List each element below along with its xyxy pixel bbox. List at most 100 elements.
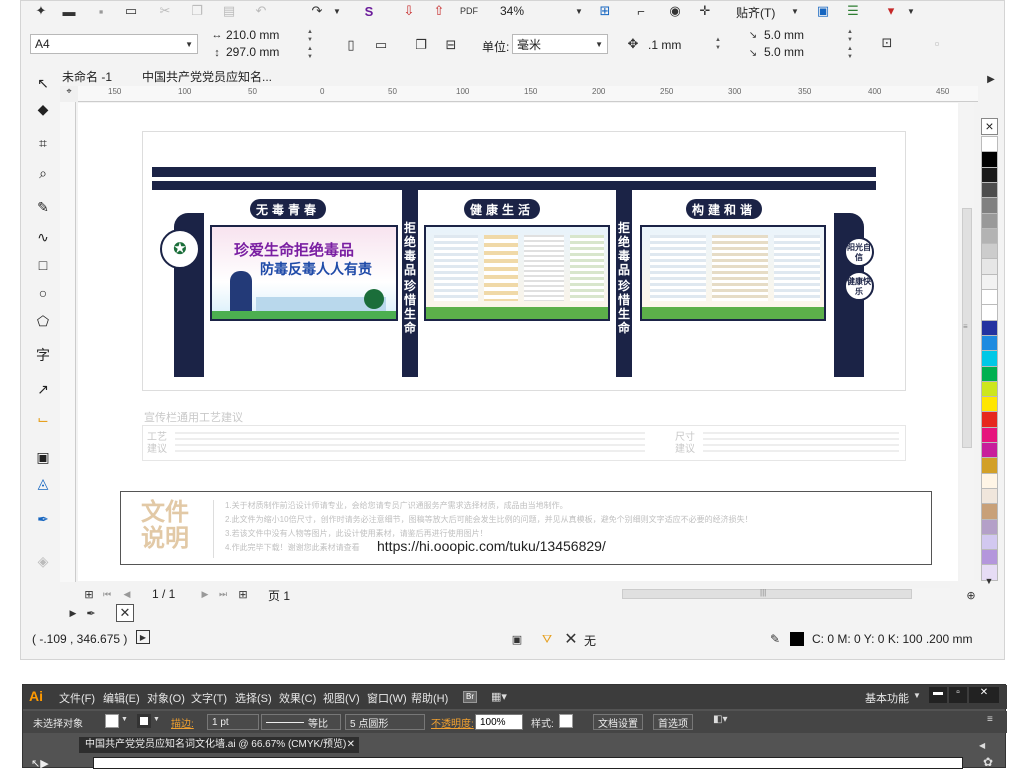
width-spinner[interactable]: ▲ ▼	[304, 28, 316, 44]
page-tab[interactable]: 页 1	[268, 587, 290, 604]
nudge-value[interactable]: .1 mm	[648, 38, 681, 52]
dimension-tool-icon[interactable]: ↗	[30, 378, 56, 400]
eyedropper-tool-icon[interactable]: ✒	[30, 508, 56, 530]
ai-panel-collapse-icon[interactable]: ◀	[979, 741, 985, 750]
pick-tool-icon[interactable]: ↖	[30, 72, 56, 94]
tabs-scroll-right-icon[interactable]: ▶	[982, 70, 1000, 88]
nudge-spinner[interactable]: ▲ ▼	[712, 36, 724, 52]
h-scroll-thumb[interactable]	[622, 589, 912, 599]
stroke-label[interactable]: 描边:	[171, 715, 194, 730]
export-icon[interactable]: ⇧	[430, 2, 448, 20]
document-color-icon[interactable]: ▣	[508, 630, 526, 648]
current-page-icon[interactable]: ⊟	[442, 36, 460, 54]
previous-page-icon[interactable]: ◀	[118, 585, 136, 603]
snap-dropdown-icon[interactable]: ▼	[786, 2, 804, 20]
page-height-value[interactable]: 297.0 mm	[226, 45, 279, 59]
next-page-icon[interactable]: ▶	[196, 585, 214, 603]
close-x-icon[interactable]: ✕	[116, 604, 134, 622]
line-style-select[interactable]: 等比	[261, 714, 341, 730]
opacity-label[interactable]: 不透明度:	[431, 715, 474, 730]
opacity-field[interactable]: 100%	[475, 714, 523, 730]
document-setup-button[interactable]: 文档设置	[593, 714, 643, 730]
dup-y-spinner[interactable]: ▲ ▼	[844, 45, 856, 61]
drawing-canvas[interactable]: ✪ 拒绝毒品 珍惜生命 拒绝毒品 珍惜生命 阳光自信 健康快乐 无毒青春 健康生…	[78, 103, 958, 581]
cut-icon[interactable]: ✂	[156, 2, 174, 20]
ai-menu-item[interactable]: 文字(T)	[191, 690, 227, 706]
zoom-tool-icon[interactable]: ⌕	[30, 162, 56, 184]
zoom-dropdown-icon[interactable]: ▼	[570, 2, 588, 20]
maximize-icon[interactable]: ▫	[949, 687, 967, 703]
zoom-level[interactable]: 34%	[500, 4, 524, 18]
page-width-value[interactable]: 210.0 mm	[226, 28, 279, 42]
full-screen-icon[interactable]: ⊞	[596, 2, 614, 20]
show-rulers-icon[interactable]: ⌐	[632, 2, 650, 20]
redo-dropdown-icon[interactable]: ▼	[328, 2, 346, 20]
print-icon[interactable]: ▭	[122, 2, 140, 20]
zoom-navigator-icon[interactable]: ⊕	[962, 586, 980, 604]
options-small-icon[interactable]: ▫	[928, 34, 946, 52]
control-bar-menu-icon[interactable]: ≡	[987, 714, 993, 725]
page-size-select[interactable]: A4 ▼	[30, 34, 198, 54]
minimize-icon[interactable]: ▬	[929, 687, 947, 703]
duplicate-x-value[interactable]: 5.0 mm	[764, 28, 804, 42]
ellipse-tool-icon[interactable]: ○	[30, 282, 56, 304]
first-page-icon[interactable]: ⏮	[98, 585, 116, 603]
crop-tool-icon[interactable]: ⌗	[30, 132, 56, 154]
add-page-before-icon[interactable]: ⊞	[80, 585, 98, 603]
welcome-screen-icon[interactable]: ▣	[814, 2, 832, 20]
stroke-color-box[interactable]	[137, 714, 151, 728]
fill-dropdown-icon[interactable]: ▼	[121, 716, 128, 723]
freehand-tool-icon[interactable]: ✎	[30, 196, 56, 218]
open-folder-icon[interactable]: ▬	[60, 2, 78, 20]
status-play-icon[interactable]: ▶	[136, 630, 150, 644]
palette-scroll-down-icon[interactable]: ▼	[980, 572, 998, 590]
text-tool-icon[interactable]: 字	[30, 344, 56, 366]
horizontal-ruler[interactable]: 150 100 50 0 50 100 150 200 250 300 350 …	[78, 86, 978, 102]
snap-to-menu[interactable]: 贴齐(T)	[736, 4, 775, 21]
ai-menu-item[interactable]: 窗口(W)	[367, 690, 407, 706]
arrange-docs-icon[interactable]: ▦▾	[491, 690, 507, 703]
horizontal-scrollbar[interactable]: |||	[620, 588, 950, 600]
no-color-swatch[interactable]: ×	[981, 118, 998, 135]
fill-color-box[interactable]	[105, 714, 119, 728]
all-pages-icon[interactable]: ❐	[412, 36, 430, 54]
new-document-icon[interactable]: ✦	[32, 2, 50, 20]
ai-menu-item[interactable]: 视图(V)	[323, 690, 360, 706]
workspace-switcher[interactable]: 基本功能	[865, 690, 909, 706]
close-window-icon[interactable]: ✕	[969, 687, 999, 703]
guidelines-icon[interactable]: ✛	[696, 2, 714, 20]
interactive-fill-icon[interactable]: ◈	[30, 550, 56, 572]
artistic-media-icon[interactable]: ∿	[30, 226, 56, 248]
options-icon[interactable]: ☰	[844, 2, 862, 20]
last-page-icon[interactable]: ⏭	[214, 585, 232, 603]
ai-color-panel-icon[interactable]: ✿	[983, 755, 993, 769]
height-spinner[interactable]: ▲ ▼	[304, 45, 316, 61]
transparency-tool-icon[interactable]: ◬	[30, 472, 56, 494]
view-icon[interactable]: ◉	[666, 2, 684, 20]
portrait-icon[interactable]: ▯	[342, 36, 360, 54]
import-icon[interactable]: ⇩	[400, 2, 418, 20]
ai-canvas-area[interactable]	[93, 757, 963, 769]
brush-select[interactable]: 5 点圆形	[345, 714, 425, 730]
treat-as-filled-icon[interactable]: ⊡	[878, 34, 896, 52]
application-launcher-icon[interactable]: ▾	[882, 2, 900, 20]
ai-menu-item[interactable]: 效果(C)	[279, 690, 316, 706]
add-page-after-icon[interactable]: ⊞	[234, 585, 252, 603]
paste-icon[interactable]: ▤	[220, 2, 238, 20]
launcher-dropdown-icon[interactable]: ▼	[902, 2, 920, 20]
publish-pdf-icon[interactable]: PDF	[460, 2, 478, 20]
ruler-origin-icon[interactable]: ⌖	[60, 86, 78, 102]
expand-arrow-icon[interactable]: ▶	[64, 604, 82, 622]
ai-document-tab[interactable]: 中国共产党党员应知名词文化墙.ai @ 66.67% (CMYK/预览) ✕	[79, 737, 359, 753]
duplicate-y-value[interactable]: 5.0 mm	[764, 45, 804, 59]
drop-shadow-tool-icon[interactable]: ▣	[30, 446, 56, 468]
ai-selection-tool-icon[interactable]: ↖▶	[31, 757, 49, 770]
style-swatch[interactable]	[559, 714, 573, 728]
ai-menu-item[interactable]: 帮助(H)	[411, 690, 448, 706]
landscape-icon[interactable]: ▭	[372, 36, 390, 54]
units-select[interactable]: 毫米 ▼	[512, 34, 608, 54]
rectangle-tool-icon[interactable]: □	[30, 254, 56, 276]
copy-icon[interactable]: ❐	[188, 2, 206, 20]
connector-tool-icon[interactable]: ⌙	[30, 408, 56, 430]
polygon-tool-icon[interactable]: ⬠	[30, 310, 56, 332]
